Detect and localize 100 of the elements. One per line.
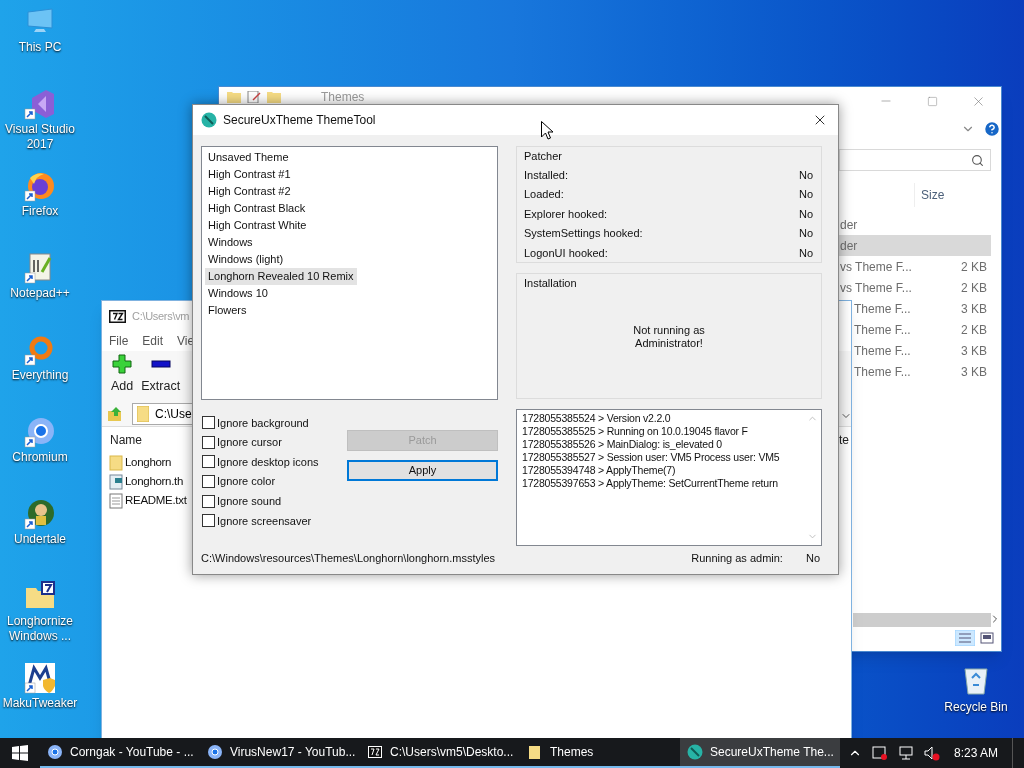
theme-list-item[interactable]: High Contrast #2 bbox=[205, 183, 294, 200]
checkbox-label[interactable]: Ignore desktop icons bbox=[217, 453, 319, 471]
action-button[interactable]: Apply bbox=[347, 460, 498, 481]
theme-list-item[interactable]: High Contrast #1 bbox=[205, 166, 294, 183]
file-size-cell-text: 2 KB bbox=[961, 279, 987, 297]
network-icon[interactable] bbox=[897, 745, 914, 761]
browser-icon bbox=[47, 744, 63, 760]
properties-icon[interactable] bbox=[247, 91, 261, 103]
log-line: 1728055385526 > MainDialog: is_elevated 0 bbox=[522, 438, 723, 451]
folder-icon bbox=[109, 454, 123, 471]
windows-logo-icon[interactable] bbox=[12, 745, 28, 761]
theme-list-item[interactable]: Unsaved Theme bbox=[205, 149, 292, 166]
window-title: SecureUxTheme ThemeTool bbox=[223, 112, 376, 129]
file-row[interactable]: der bbox=[839, 235, 991, 256]
plus-icon bbox=[112, 354, 133, 374]
theme-list-item[interactable]: Windows 10 bbox=[205, 285, 271, 302]
file-size-cell-text: 2 KB bbox=[961, 258, 987, 276]
toolbar-button[interactable]: Extract bbox=[141, 354, 181, 396]
large-icons-view-icon[interactable] bbox=[979, 630, 995, 646]
theme-list-item[interactable]: Windows (light) bbox=[205, 251, 287, 268]
log-line: 1728055397653 > ApplyTheme: SetCurrentTheme return bbox=[522, 477, 779, 490]
file-row[interactable]: der bbox=[839, 214, 991, 235]
theme-list-item[interactable]: Windows bbox=[205, 234, 256, 251]
log-line: 1728055385524 > Version v2.2.0 bbox=[522, 412, 672, 425]
studio-app-icon bbox=[24, 88, 56, 120]
menu-item[interactable]: File bbox=[109, 332, 129, 350]
file-name[interactable]: README.txt bbox=[125, 491, 187, 510]
archive-app-icon bbox=[367, 744, 383, 760]
file-row[interactable]: Theme F... 3 KB bbox=[854, 298, 991, 319]
folder-icon bbox=[527, 744, 543, 760]
checkbox[interactable] bbox=[202, 494, 215, 508]
theme-list-item[interactable]: High Contrast Black bbox=[205, 200, 309, 217]
status-value: No bbox=[798, 206, 813, 222]
file-type-cell-text: vs Theme F... bbox=[840, 258, 912, 276]
desktop-icon-label[interactable]: Recycle Bin bbox=[944, 698, 1008, 716]
help-icon[interactable] bbox=[983, 120, 1001, 138]
theme-list-item[interactable]: High Contrast White bbox=[205, 217, 310, 234]
folder-up-icon[interactable] bbox=[107, 405, 123, 422]
search-field[interactable] bbox=[839, 149, 991, 171]
theme-path: C:\Windows\resources\Themes\Longhorn\longhorn.msstyles bbox=[201, 550, 496, 566]
file-size-cell-text: 3 KB bbox=[961, 342, 987, 360]
fox-globe-icon bbox=[24, 170, 56, 202]
checkbox[interactable] bbox=[202, 416, 215, 430]
log-line: 1728055385527 > Session user: VM5 Process user: VM5 bbox=[522, 451, 781, 464]
clock[interactable]: 8:23 AM bbox=[953, 744, 998, 762]
file-row[interactable]: Theme F... 2 KB bbox=[854, 319, 991, 340]
theme-tool-icon bbox=[687, 744, 703, 760]
file-type-cell-text: der bbox=[840, 216, 858, 234]
checkbox[interactable] bbox=[202, 455, 215, 469]
volume-muted-icon[interactable] bbox=[923, 745, 940, 761]
file-type-cell-text: vs Theme F... bbox=[840, 279, 912, 297]
checkbox[interactable] bbox=[202, 514, 215, 528]
theme-list-item[interactable]: Flowers bbox=[205, 302, 250, 319]
search-icon[interactable] bbox=[971, 153, 984, 167]
status-value: No bbox=[798, 226, 813, 241]
file-name[interactable]: Longhorn bbox=[125, 453, 172, 472]
game-character-icon bbox=[24, 498, 56, 530]
status-value: No bbox=[798, 245, 813, 261]
window-title: Themes bbox=[321, 91, 365, 103]
taskbar-button[interactable]: VirusNew17 - YouTub... bbox=[200, 738, 360, 768]
admin-value: No bbox=[805, 550, 820, 566]
theme-list-item[interactable]: Longhorn Revealed 10 Remix bbox=[205, 268, 357, 285]
checkbox-label[interactable]: Ignore cursor bbox=[217, 434, 282, 451]
file-row[interactable]: vs Theme F... 2 KB bbox=[839, 277, 991, 298]
menu-item[interactable]: Edit bbox=[142, 332, 164, 350]
taskbar-button[interactable]: C:\Users\vm5\Deskto... bbox=[360, 738, 520, 768]
column-header[interactable]: te bbox=[839, 431, 849, 449]
status-value: No bbox=[798, 187, 813, 202]
checkbox[interactable] bbox=[202, 475, 215, 489]
file-row[interactable]: vs Theme F... 2 KB bbox=[839, 256, 991, 277]
column-header[interactable]: Name bbox=[110, 431, 142, 449]
checkbox-label[interactable]: Ignore screensaver bbox=[217, 512, 312, 529]
file-type-cell-text: Theme F... bbox=[854, 300, 911, 318]
log-line: 1728055385525 > Running on 10.0.19045 flavor F bbox=[522, 425, 749, 438]
status-label: Loaded: bbox=[524, 187, 564, 202]
checkbox[interactable] bbox=[202, 435, 215, 449]
status-label: Installed: bbox=[524, 167, 569, 183]
browser-icon bbox=[207, 744, 223, 760]
status-label: LogonUI hooked: bbox=[524, 245, 608, 261]
toolbar-button[interactable]: Add bbox=[111, 354, 134, 396]
taskbar-button[interactable]: Corngak - YouTube - ... bbox=[40, 738, 200, 768]
file-row[interactable]: Theme F... 3 KB bbox=[854, 361, 991, 382]
browser-icon bbox=[24, 416, 56, 448]
file-size-cell-text: 2 KB bbox=[961, 321, 987, 339]
column-header[interactable]: Size bbox=[915, 186, 945, 204]
checkbox-label[interactable]: Ignore background bbox=[217, 414, 309, 432]
taskbar-button[interactable]: SecureUxTheme The... bbox=[680, 738, 840, 768]
theme-tool-icon bbox=[201, 112, 217, 128]
file-size-cell-text: 3 KB bbox=[961, 300, 987, 318]
status-value: No bbox=[798, 167, 813, 183]
checkbox-label[interactable]: Ignore sound bbox=[217, 492, 282, 510]
scrollbar-thumb[interactable] bbox=[853, 613, 991, 627]
file-name[interactable]: Longhorn.th bbox=[125, 472, 184, 491]
checkbox-label[interactable]: Ignore color bbox=[217, 473, 276, 490]
group-title: Installation bbox=[524, 276, 578, 291]
security-icon[interactable] bbox=[871, 745, 888, 761]
group-title: Patcher bbox=[524, 149, 563, 162]
file-row[interactable]: Theme F... 3 KB bbox=[854, 340, 991, 361]
text-file-icon bbox=[109, 492, 123, 509]
file-type-cell-text: Theme F... bbox=[854, 321, 911, 339]
